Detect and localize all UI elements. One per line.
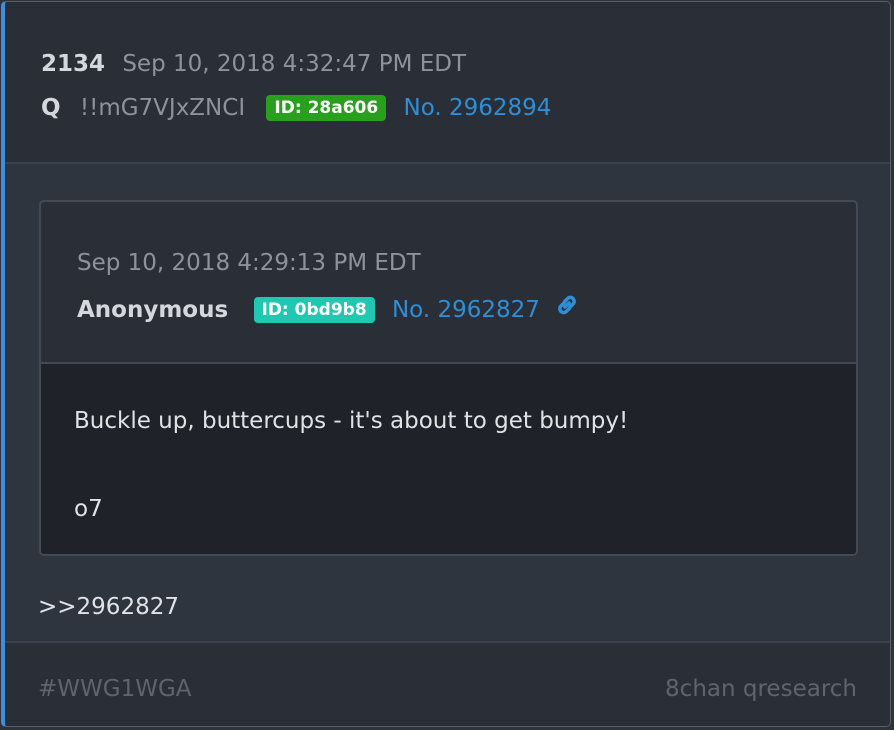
post-meta-row: 2134 Sep 10, 2018 4:32:47 PM EDT <box>41 49 466 79</box>
quoted-post-text-line: Buckle up, buttercups - it's about to ge… <box>74 408 629 434</box>
quoted-post-id-badge: ID: 0bd9b8 <box>253 297 375 323</box>
post-header: 2134 Sep 10, 2018 4:32:47 PM EDT Q !!mG7… <box>5 2 890 164</box>
quoted-post-header: Sep 10, 2018 4:29:13 PM EDT Anonymous ID… <box>41 202 856 364</box>
quoted-post-body: Buckle up, buttercups - it's about to ge… <box>41 364 856 554</box>
hashtag: #WWG1WGA <box>38 676 192 702</box>
post-date: Sep 10, 2018 4:32:47 PM EDT <box>122 51 467 77</box>
post-id-badge: ID: 28a606 <box>266 95 387 121</box>
post-card: 2134 Sep 10, 2018 4:32:47 PM EDT Q !!mG7… <box>1 1 891 727</box>
reply-reference-link[interactable]: >>2962827 <box>38 592 179 622</box>
quoted-post-author: Anonymous <box>77 297 229 323</box>
quoted-post-date: Sep 10, 2018 4:29:13 PM EDT <box>77 250 421 276</box>
post-number-link[interactable]: No. 2962894 <box>404 95 552 121</box>
post-tripcode: !!mG7VJxZNCI <box>79 95 246 121</box>
post-author: Q <box>41 95 61 121</box>
quoted-post-author-row: Anonymous ID: 0bd9b8 No. 2962827 <box>77 291 581 327</box>
post-footer: #WWG1WGA 8chan qresearch <box>5 641 890 726</box>
quoted-post: Sep 10, 2018 4:29:13 PM EDT Anonymous ID… <box>39 200 858 556</box>
link-icon[interactable] <box>553 291 581 327</box>
quoted-post-number-link[interactable]: No. 2962827 <box>392 297 540 323</box>
post-author-row: Q !!mG7VJxZNCI ID: 28a606 No. 2962894 <box>41 93 551 123</box>
quoted-post-text-line: o7 <box>74 496 103 522</box>
post-number: 2134 <box>41 51 106 77</box>
source-label: 8chan qresearch <box>665 676 857 702</box>
